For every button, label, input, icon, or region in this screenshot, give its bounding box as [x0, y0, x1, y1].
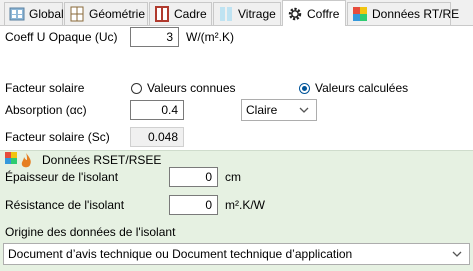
chevron-down-icon — [452, 251, 462, 257]
radio-circle — [131, 82, 142, 94]
resistance-unit: m².K/W — [225, 198, 265, 212]
tab-label: Vitrage — [238, 7, 276, 21]
coffre-panel: Coeff U Opaque (Uc) 3 W/(m².K) Facteur s… — [0, 26, 473, 271]
tab-vitrage[interactable]: Vitrage — [213, 2, 281, 25]
absorption-color-select[interactable]: Claire — [241, 99, 317, 121]
epaisseur-unit: cm — [225, 170, 241, 184]
tab-global[interactable]: Global — [4, 2, 64, 25]
select-value: Document d’avis technique ou Document te… — [8, 247, 353, 261]
origine-select[interactable]: Document d’avis technique ou Document te… — [3, 243, 470, 265]
absorption-label: Absorption (αc) — [5, 103, 87, 117]
tab-cadre[interactable]: Cadre — [149, 2, 212, 25]
tab-label: Cadre — [174, 7, 207, 21]
tab-bar: Global Géométrie Cadre Vitrage Coffre Do… — [0, 0, 473, 26]
u-opaque-unit: W/(m².K) — [186, 30, 234, 44]
resistance-input[interactable]: 0 — [169, 195, 218, 215]
frame-icon — [155, 6, 169, 22]
tab-label: Global — [29, 7, 64, 21]
tab-donnees-rt-re[interactable]: Données RT/RE — [347, 2, 459, 25]
radio-valeurs-calculees[interactable]: Valeurs calculées — [299, 81, 408, 95]
rset-section-icon — [5, 152, 31, 168]
tab-geometrie[interactable]: Géométrie — [64, 2, 148, 25]
chevron-down-icon — [299, 107, 309, 113]
radio-label: Valeurs connues — [147, 81, 236, 95]
facteur-solaire-label: Facteur solaire — [5, 81, 85, 95]
absorption-input[interactable]: 0.4 — [130, 100, 184, 120]
radio-valeurs-connues[interactable]: Valeurs connues — [131, 81, 236, 95]
resistance-label: Résistance de l'isolant — [5, 198, 125, 212]
glazing-icon — [220, 7, 232, 21]
epaisseur-input[interactable]: 0 — [169, 167, 218, 187]
tab-label: Géométrie — [89, 7, 146, 21]
origine-label: Origine des données de l'isolant — [5, 225, 176, 239]
epaisseur-label: Épaisseur de l'isolant — [5, 170, 119, 184]
tab-coffre[interactable]: Coffre — [282, 0, 346, 26]
tab-label: Coffre — [307, 6, 340, 21]
rset-section-title: Données RSET/RSEE — [42, 153, 162, 167]
u-opaque-input[interactable]: 3 — [130, 27, 179, 47]
radio-circle-selected — [299, 82, 310, 94]
gear-icon — [288, 7, 302, 20]
tab-label: Données RT/RE — [372, 7, 460, 21]
radio-label: Valeurs calculées — [315, 81, 409, 95]
u-opaque-label: Coeff U Opaque (Uc) — [5, 30, 118, 44]
section-divider — [0, 150, 473, 151]
global-icon — [9, 7, 25, 21]
select-value: Claire — [246, 103, 278, 117]
geometry-icon — [70, 6, 84, 22]
rt-re-icon — [353, 7, 367, 21]
facteur-sc-readonly: 0.048 — [130, 127, 184, 147]
facteur-sc-label: Facteur solaire (Sc) — [5, 130, 110, 144]
